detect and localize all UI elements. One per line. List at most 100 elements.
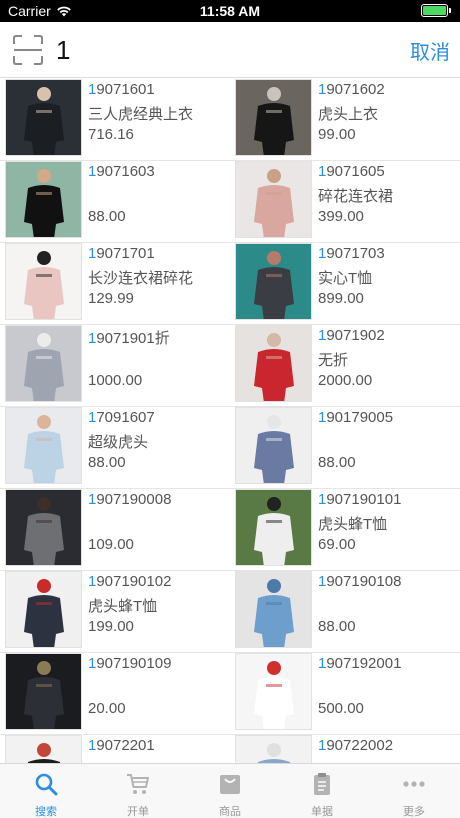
product-price: 69.00	[318, 536, 356, 553]
product-price: 1000.00	[88, 372, 143, 389]
product-price: 399.00	[318, 208, 364, 225]
product-code: 1907190109	[88, 655, 172, 672]
product-thumbnail	[5, 735, 82, 763]
product-thumbnail	[5, 407, 82, 484]
product-item[interactable]: 1907190102 虎头蜂T恤 199.00	[0, 571, 230, 653]
product-code: 19071901折	[88, 330, 170, 347]
search-input[interactable]	[56, 32, 386, 68]
product-name: 实心T恤	[318, 270, 373, 287]
product-price: 88.00	[318, 454, 356, 471]
product-price: 199.00	[88, 618, 134, 635]
product-price: 899.00	[318, 290, 364, 307]
clock: 11:58 AM	[199, 3, 261, 19]
product-name: 三人虎经典上衣	[88, 106, 194, 123]
product-code: 1907190108	[318, 573, 402, 590]
product-name: 无折	[318, 352, 349, 369]
product-price: 109.00	[88, 536, 134, 553]
product-item[interactable]: 19071701 长沙连衣裙碎花 129.99	[0, 243, 230, 325]
product-thumbnail	[5, 325, 82, 402]
tab-search[interactable]: 搜索	[0, 764, 92, 818]
product-code: 19071602	[318, 81, 385, 98]
product-code: 19071902	[318, 327, 385, 344]
product-code: 1907190008	[88, 491, 172, 508]
product-price: 99.00	[318, 126, 356, 143]
tab-products-label: 商品	[219, 806, 241, 818]
product-item[interactable]: 19071605 碎花连衣裙 399.00	[230, 161, 460, 243]
product-thumbnail	[5, 653, 82, 730]
product-thumbnail	[5, 243, 82, 320]
product-item[interactable]: 1907190101 虎头蜂T恤 69.00	[230, 489, 460, 571]
more-icon	[403, 781, 425, 787]
product-thumbnail	[235, 79, 312, 156]
product-item[interactable]: 190722002	[230, 735, 460, 763]
product-code: 19072201	[88, 737, 155, 754]
product-price: 88.00	[318, 618, 356, 635]
tab-search-label: 搜索	[35, 806, 57, 818]
product-code: 19071701	[88, 245, 155, 262]
battery-icon	[421, 4, 451, 17]
product-code: 190179005	[318, 409, 394, 426]
product-item[interactable]: 19071602 虎头上衣 99.00	[230, 79, 460, 161]
product-code: 19071605	[318, 163, 385, 180]
product-code: 17091607	[88, 409, 155, 426]
product-item[interactable]: 17091607 超级虎头 88.00	[0, 407, 230, 489]
product-thumbnail	[235, 243, 312, 320]
tab-more-label: 更多	[403, 806, 425, 818]
product-code: 1907190101	[318, 491, 402, 508]
product-thumbnail	[5, 79, 82, 156]
tab-bar: 搜索 开单 商品 单据 更多	[0, 763, 460, 818]
product-item[interactable]: 1907190109 20.00	[0, 653, 230, 735]
product-code: 1907190102	[88, 573, 172, 590]
product-thumbnail	[5, 571, 82, 648]
product-code: 190722002	[318, 737, 394, 754]
product-thumbnail	[235, 571, 312, 648]
product-thumbnail	[235, 325, 312, 402]
product-code: 1907192001	[318, 655, 402, 672]
product-item[interactable]: 19071901折 1000.00	[0, 325, 230, 407]
product-price: 88.00	[88, 208, 126, 225]
product-thumbnail	[235, 653, 312, 730]
product-price: 20.00	[88, 700, 126, 717]
product-item[interactable]: 1907190008 109.00	[0, 489, 230, 571]
cart-icon	[127, 774, 149, 794]
product-thumbnail	[235, 407, 312, 484]
product-item[interactable]: 190179005 88.00	[230, 407, 460, 489]
product-name: 超级虎头	[88, 434, 149, 451]
product-price: 716.16	[88, 126, 134, 143]
product-item[interactable]: 1907192001 500.00	[230, 653, 460, 735]
product-item[interactable]: 19071603 88.00	[0, 161, 230, 243]
product-price: 129.99	[88, 290, 134, 307]
product-item[interactable]: 19071703 实心T恤 899.00	[230, 243, 460, 325]
product-grid: 19071601 三人虎经典上衣 716.16 19071602 虎头上衣 99.00 19…	[0, 79, 460, 763]
product-thumbnail	[5, 489, 82, 566]
product-price: 88.00	[88, 454, 126, 471]
tab-order[interactable]: 开单	[92, 764, 184, 818]
product-name: 长沙连衣裙碎花	[88, 270, 194, 287]
product-price: 500.00	[318, 700, 364, 717]
status-bar: Carrier 11:58 AM	[0, 0, 460, 22]
tab-documents[interactable]: 单据	[276, 764, 368, 818]
clipboard-icon	[314, 773, 330, 795]
tab-products[interactable]: 商品	[184, 764, 276, 818]
product-thumbnail	[235, 489, 312, 566]
tab-documents-label: 单据	[311, 806, 333, 818]
product-thumbnail	[5, 161, 82, 238]
product-name: 虎头上衣	[318, 106, 379, 123]
product-item[interactable]: 19072201	[0, 735, 230, 763]
bag-icon	[220, 775, 240, 794]
product-name: 虎头蜂T恤	[318, 516, 388, 533]
search-icon	[35, 773, 58, 796]
product-name: 碎花连衣裙	[318, 188, 394, 205]
cancel-button[interactable]: 取消	[410, 36, 450, 65]
product-code: 19071603	[88, 163, 155, 180]
product-item[interactable]: 1907190108 88.00	[230, 571, 460, 653]
tab-more[interactable]: 更多	[368, 764, 460, 818]
product-code: 19071601	[88, 81, 155, 98]
search-bar: 取消	[0, 22, 460, 78]
product-name: 虎头蜂T恤	[88, 598, 158, 615]
product-thumbnail	[235, 735, 312, 763]
product-item[interactable]: 19071601 三人虎经典上衣 716.16	[0, 79, 230, 161]
tab-order-label: 开单	[127, 806, 149, 818]
product-item[interactable]: 19071902 无折 2000.00	[230, 325, 460, 407]
scan-icon[interactable]	[12, 34, 44, 66]
